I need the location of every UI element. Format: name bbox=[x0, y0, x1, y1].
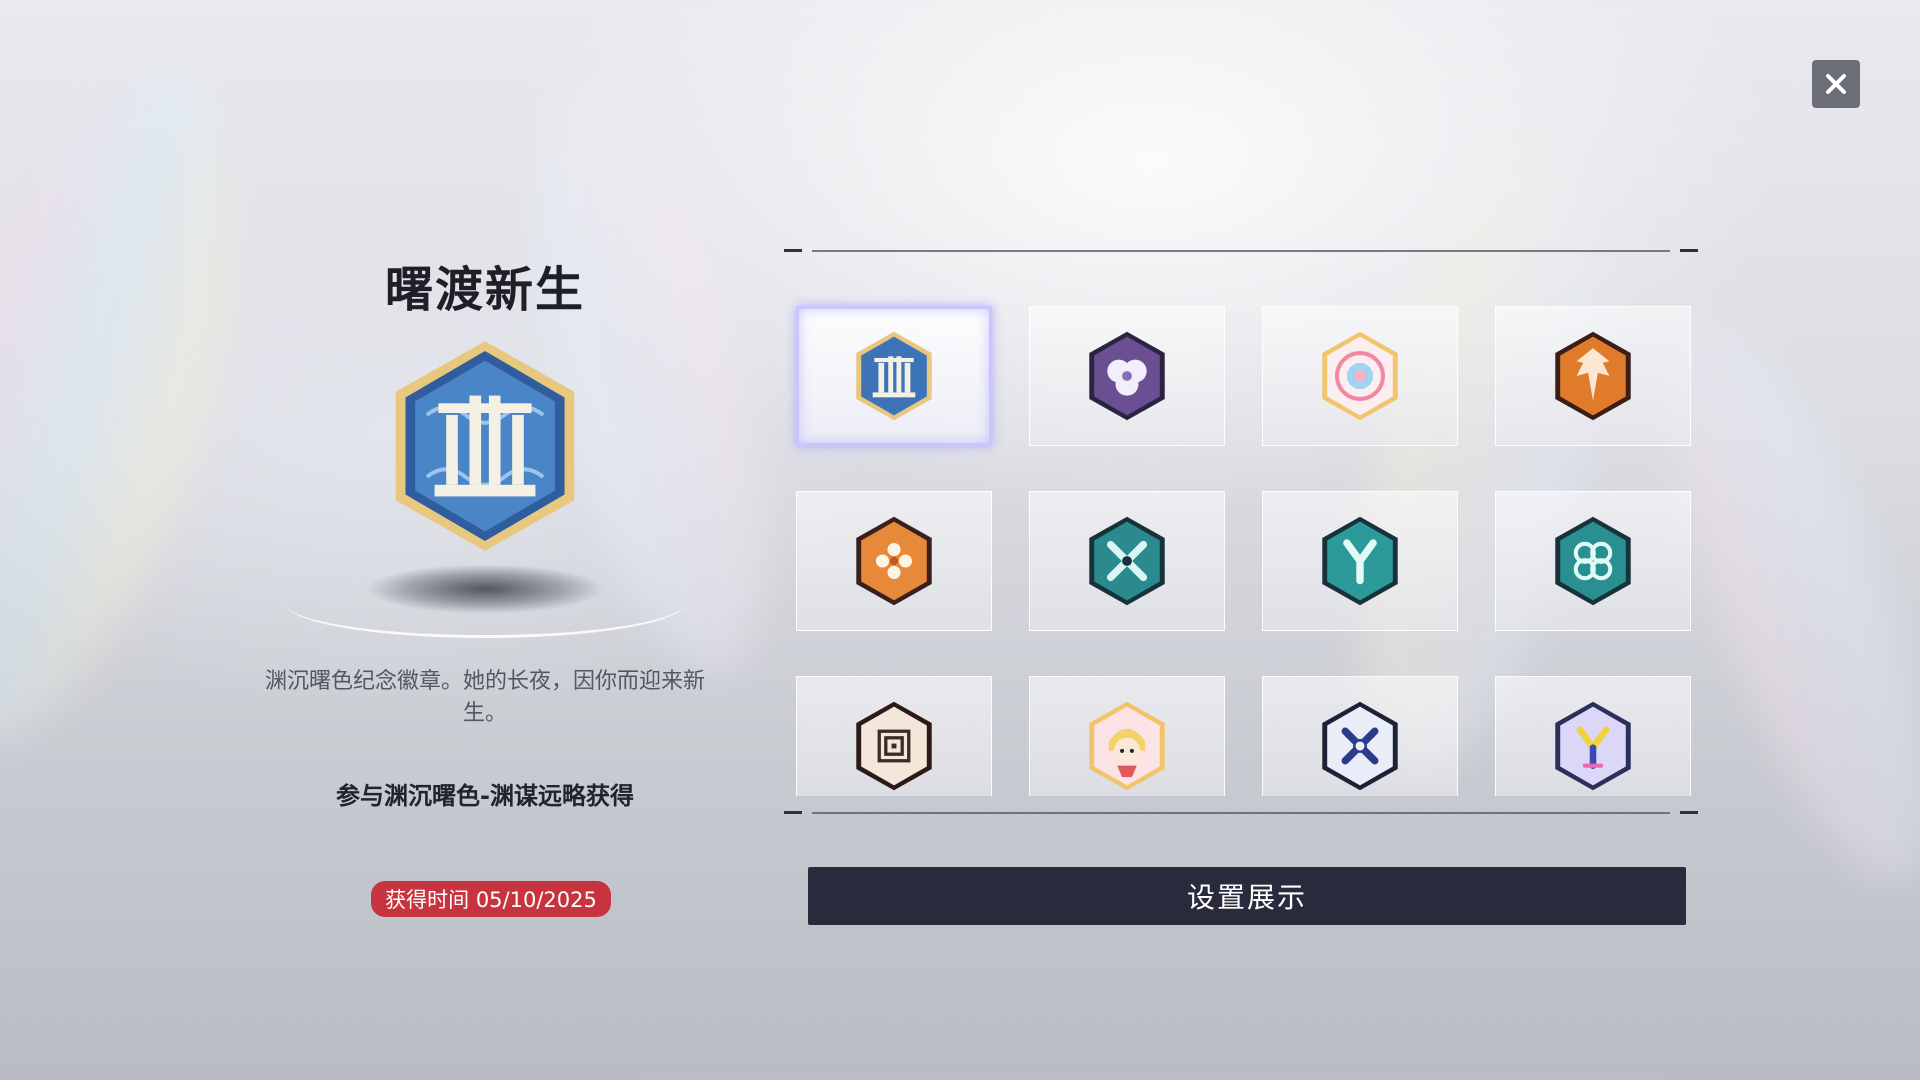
badge-detail-panel: 曙渡新生 渊沉曙色纪念徽章。她的长夜，因你而迎来新生。 参与渊沉曙色-渊谋远略获… bbox=[240, 250, 730, 917]
obtained-date-badge: 获得时间 05/10/2025 bbox=[371, 881, 611, 917]
badge-slot[interactable] bbox=[1262, 676, 1458, 796]
badge-slot[interactable] bbox=[1262, 491, 1458, 631]
badge-slot[interactable] bbox=[796, 491, 992, 631]
pillars-badge-icon bbox=[395, 341, 575, 551]
badge-showcase bbox=[240, 336, 730, 656]
badge-collection bbox=[782, 242, 1700, 822]
badge-slot[interactable] bbox=[1029, 491, 1225, 631]
badge-description: 渊沉曙色纪念徽章。她的长夜，因你而迎来新生。 bbox=[264, 669, 705, 726]
pillars-badge-icon bbox=[856, 331, 932, 421]
badge-slot[interactable] bbox=[1029, 306, 1225, 446]
badge-slot[interactable] bbox=[1029, 676, 1225, 796]
badge-slot[interactable] bbox=[796, 676, 992, 796]
white-flower-badge-icon bbox=[1089, 331, 1165, 421]
flame-crest-badge-icon bbox=[1555, 331, 1631, 421]
badge-source: 参与渊沉曙色-渊谋远略获得 bbox=[336, 782, 634, 810]
maze-badge-icon bbox=[856, 701, 932, 791]
close-button[interactable] bbox=[1812, 60, 1860, 108]
badge-grid[interactable] bbox=[782, 296, 1700, 796]
set-display-button[interactable]: 设置展示 bbox=[808, 867, 1686, 925]
badge-slot[interactable] bbox=[1495, 306, 1691, 446]
pedestal-shadow bbox=[365, 564, 605, 614]
teal-x-badge-icon bbox=[1089, 516, 1165, 606]
chibi-character-badge-icon bbox=[1089, 701, 1165, 791]
teal-knot-badge-icon bbox=[1555, 516, 1631, 606]
holo-y-badge-icon bbox=[1555, 701, 1631, 791]
top-divider bbox=[782, 242, 1700, 260]
bottom-divider bbox=[782, 804, 1700, 822]
navy-x-badge-icon bbox=[1322, 701, 1398, 791]
close-icon bbox=[1826, 74, 1846, 94]
badge-slot[interactable] bbox=[1495, 676, 1691, 796]
badge-slot[interactable] bbox=[1262, 306, 1458, 446]
teal-y-badge-icon bbox=[1322, 516, 1398, 606]
badge-slot[interactable] bbox=[796, 306, 992, 446]
badge-slot[interactable] bbox=[1495, 491, 1691, 631]
pastel-ring-badge-icon bbox=[1322, 331, 1398, 421]
badge-title: 曙渡新生 bbox=[384, 262, 585, 318]
orange-blossom-badge-icon bbox=[856, 516, 932, 606]
